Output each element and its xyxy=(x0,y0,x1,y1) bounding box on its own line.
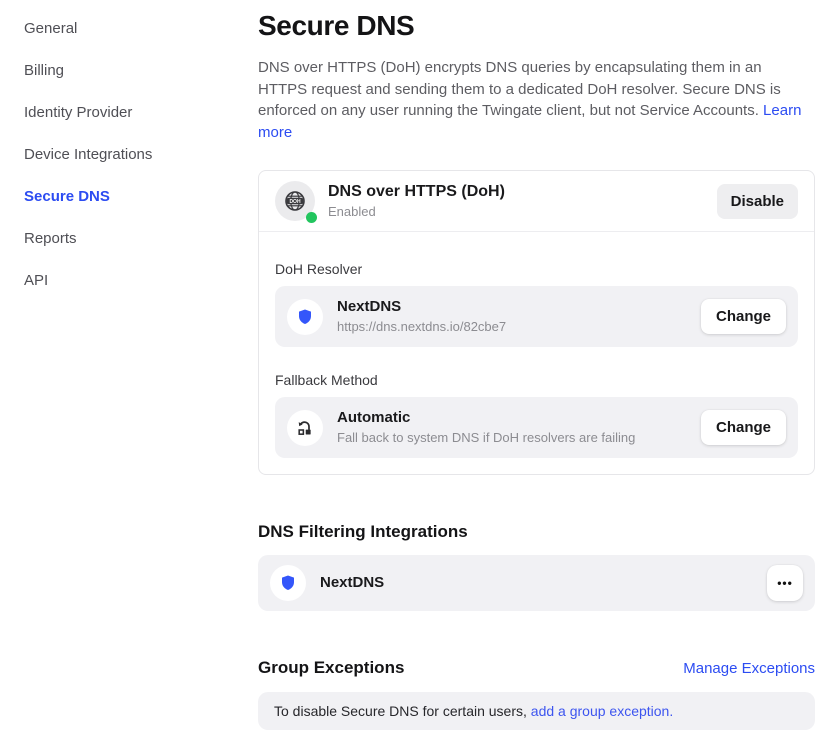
shield-icon xyxy=(278,573,298,593)
fallback-method-label: Fallback Method xyxy=(275,371,798,389)
enabled-status-dot xyxy=(306,212,317,223)
secure-dns-main: Secure DNS DNS over HTTPS (DoH) encrypts… xyxy=(258,0,815,730)
add-group-exception-link[interactable]: add a group exception. xyxy=(531,703,673,719)
doh-status-text: Enabled xyxy=(328,204,505,220)
change-resolver-button[interactable]: Change xyxy=(701,299,786,334)
fallback-text: Automatic Fall back to system DNS if DoH… xyxy=(337,409,635,446)
globe-doh-icon: DOH xyxy=(283,189,307,213)
secure-dns-settings-page: General Billing Identity Provider Device… xyxy=(0,0,840,731)
sidebar-item-billing[interactable]: Billing xyxy=(24,62,234,80)
doh-card-header: DOH DNS over HTTPS (DoH) Enabled Disable xyxy=(259,171,814,232)
manage-exceptions-link[interactable]: Manage Exceptions xyxy=(683,660,815,677)
fallback-description: Fall back to system DNS if DoH resolvers… xyxy=(337,430,635,446)
integration-avatar xyxy=(270,565,306,601)
shield-icon xyxy=(295,307,315,327)
integration-row-nextdns: NextDNS ••• xyxy=(258,555,815,611)
doh-resolver-row: NextDNS https://dns.nextdns.io/82cbe7 Ch… xyxy=(275,286,798,347)
integration-menu-button[interactable]: ••• xyxy=(767,565,803,601)
ellipsis-icon: ••• xyxy=(777,576,793,590)
fallback-method-row: Automatic Fall back to system DNS if DoH… xyxy=(275,397,798,458)
doh-resolver-label: DoH Resolver xyxy=(275,260,798,278)
integrations-heading: DNS Filtering Integrations xyxy=(258,521,815,543)
doh-card-body: DoH Resolver NextDNS https://dns.nextdns… xyxy=(259,232,814,474)
resolver-avatar xyxy=(287,299,323,335)
disable-button[interactable]: Disable xyxy=(717,184,798,219)
doh-avatar: DOH xyxy=(275,181,315,221)
sidebar-item-secure-dns[interactable]: Secure DNS xyxy=(24,188,234,206)
svg-text:DOH: DOH xyxy=(289,199,301,205)
sidebar-item-general[interactable]: General xyxy=(24,20,234,38)
description-text: DNS over HTTPS (DoH) encrypts DNS querie… xyxy=(258,59,781,119)
doh-card-title: DNS over HTTPS (DoH) xyxy=(328,182,505,202)
fallback-name: Automatic xyxy=(337,409,635,427)
sidebar-item-identity-provider[interactable]: Identity Provider xyxy=(24,104,234,122)
resolver-name: NextDNS xyxy=(337,298,506,316)
sidebar-item-api[interactable]: API xyxy=(24,272,234,290)
note-text: To disable Secure DNS for certain users, xyxy=(274,703,527,719)
page-title: Secure DNS xyxy=(258,8,815,44)
sidebar-item-reports[interactable]: Reports xyxy=(24,230,234,248)
change-fallback-button[interactable]: Change xyxy=(701,410,786,445)
group-exceptions-note: To disable Secure DNS for certain users,… xyxy=(258,692,815,730)
doh-card: DOH DNS over HTTPS (DoH) Enabled Disable… xyxy=(258,170,815,475)
group-exceptions-heading: Group Exceptions xyxy=(258,657,404,679)
sidebar-item-device-integrations[interactable]: Device Integrations xyxy=(24,146,234,164)
integration-name: NextDNS xyxy=(320,574,384,592)
settings-sidebar: General Billing Identity Provider Device… xyxy=(0,0,258,314)
resolver-url: https://dns.nextdns.io/82cbe7 xyxy=(337,319,506,335)
group-exceptions-header: Group Exceptions Manage Exceptions xyxy=(258,657,815,679)
fallback-avatar xyxy=(287,410,323,446)
doh-card-header-text: DNS over HTTPS (DoH) Enabled xyxy=(328,182,505,220)
resolver-text: NextDNS https://dns.nextdns.io/82cbe7 xyxy=(337,298,506,335)
rotate-fallback-icon xyxy=(295,418,315,438)
page-description: DNS over HTTPS (DoH) encrypts DNS querie… xyxy=(258,57,810,143)
